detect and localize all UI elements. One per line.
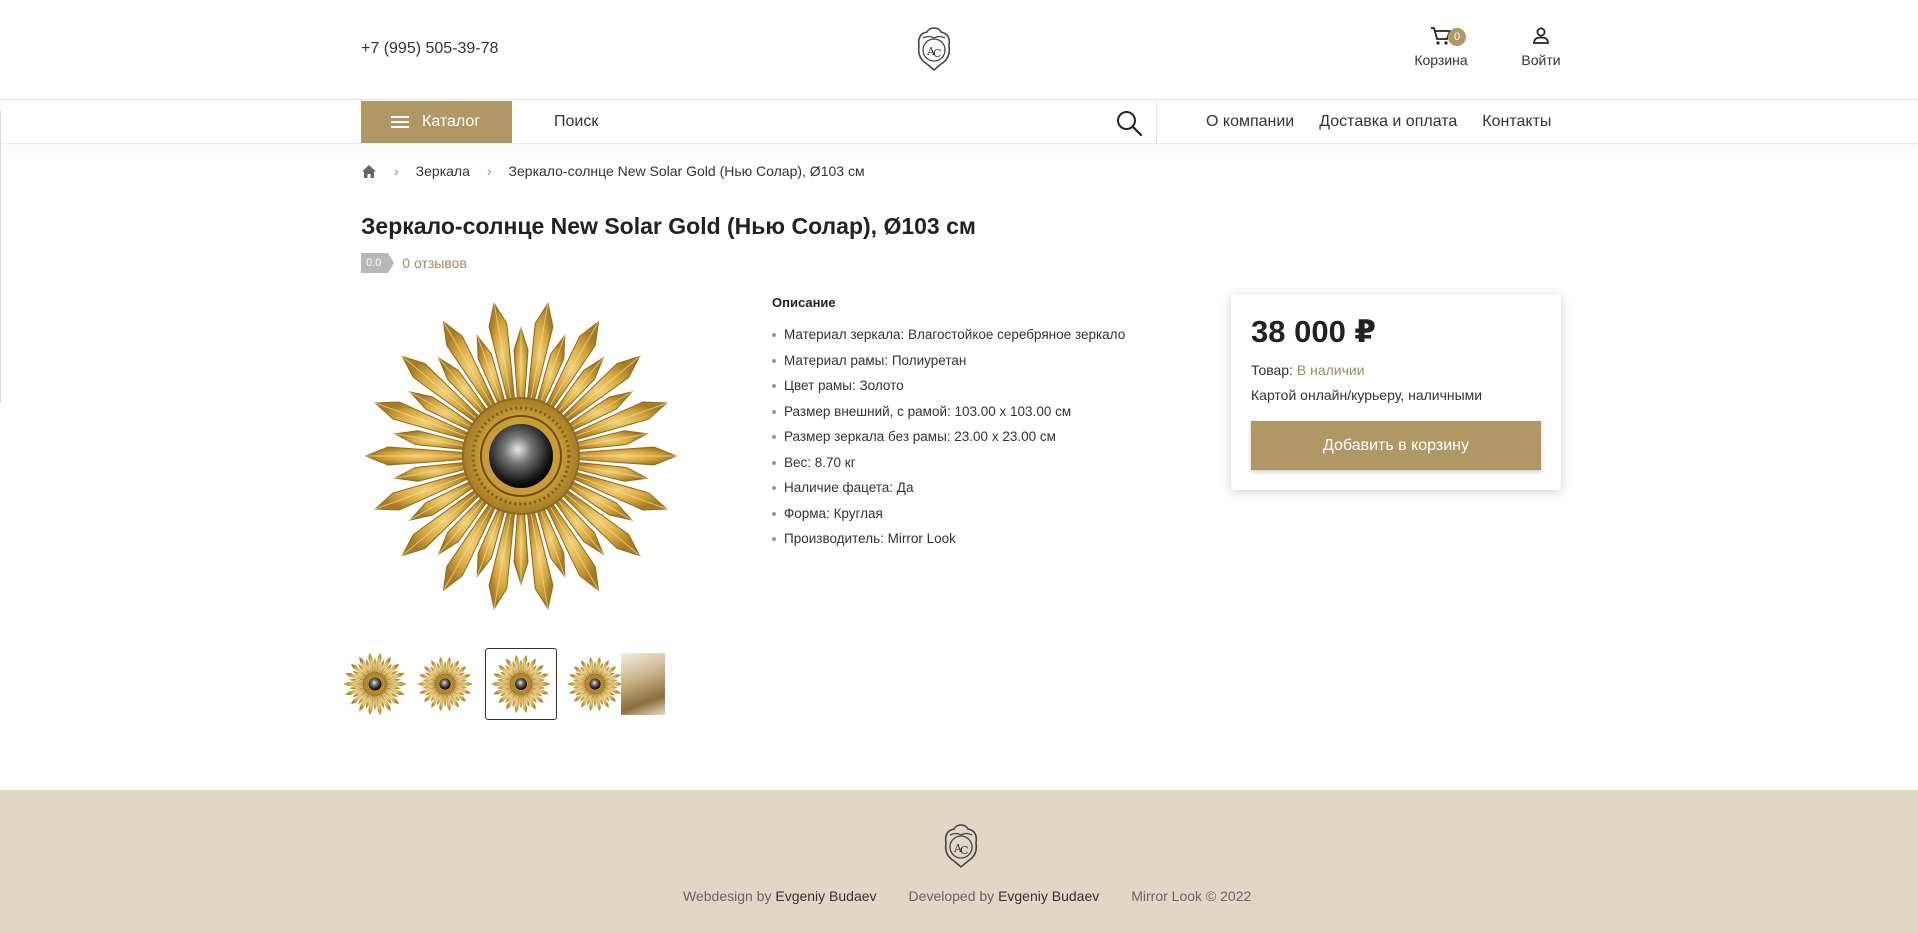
add-to-cart-button[interactable]: Добавить в корзину — [1251, 421, 1541, 470]
thumbnail-image — [343, 652, 407, 716]
spec-item: Размер внешний, с рамой: 103.00 x 103.00… — [772, 402, 1125, 428]
nav-link-about[interactable]: О компании — [1206, 113, 1294, 131]
copyright: Mirror Look © 2022 — [1131, 888, 1252, 904]
chevron-right-icon: › — [486, 163, 492, 179]
footer-logo[interactable]: A C — [938, 823, 984, 869]
thumbnail-interior[interactable] — [621, 653, 665, 715]
stock-status: Товар: В наличии — [1251, 362, 1365, 378]
catalog-button[interactable]: Каталог — [361, 101, 512, 143]
product-price: 38 000 ₽ — [1251, 314, 1376, 349]
spec-item: Вес: 8.70 кг — [772, 453, 1125, 479]
thumbnail[interactable] — [339, 648, 411, 720]
spec-item: Наличие фацета: Да — [772, 478, 1125, 504]
thumbnail-image — [567, 656, 623, 712]
home-icon[interactable] — [361, 164, 377, 179]
developed-label: Developed by — [908, 888, 995, 904]
search-icon[interactable] — [1115, 109, 1143, 137]
phone-number[interactable]: +7 (995) 505-39-78 — [361, 40, 498, 58]
reviews-link[interactable]: 0 отзывов — [402, 255, 467, 271]
nav-bar: Каталог — [0, 100, 1918, 144]
menu-icon — [391, 113, 409, 131]
price-card: 38 000 ₽ Товар: В наличии Картой онлайн/… — [1231, 294, 1561, 490]
rating-row: 0.0 0 отзывов — [361, 253, 467, 273]
thumbnail-image — [491, 654, 551, 714]
payment-methods: Картой онлайн/курьеру, наличными — [1251, 387, 1483, 403]
spec-item: Материал рамы: Полиуретан — [772, 351, 1125, 377]
thumbnail-image — [417, 656, 473, 712]
chevron-right-icon: › — [394, 163, 399, 179]
product-image[interactable] — [363, 298, 679, 614]
developer-credit: Developed by Evgeniy Budaev — [909, 888, 1100, 904]
login-label: Войти — [1521, 52, 1561, 68]
svg-text:C: C — [933, 47, 941, 60]
nav-links: О компании Доставка и оплата Контакты — [1206, 113, 1551, 131]
rating-badge: 0.0 — [361, 253, 395, 273]
page-title: Зеркало-солнце New Solar Gold (Нью Солар… — [361, 213, 976, 239]
login-button[interactable]: Войти — [1516, 26, 1566, 68]
footer-credits: Webdesign by Evgeniy Budaev Developed by… — [683, 888, 1251, 904]
spec-item: Форма: Круглая — [772, 504, 1125, 530]
stock-value: В наличии — [1296, 362, 1365, 378]
breadcrumb: › Зеркала › Зеркало-солнце New Solar Gol… — [361, 163, 865, 179]
spec-item: Материал зеркала: Влагостойкое серебряно… — [772, 325, 1125, 351]
cart-button[interactable]: 0 Корзина — [1411, 26, 1471, 68]
svg-text:C: C — [960, 844, 968, 857]
site-header: +7 (995) 505-39-78 A C 0 Корзина Войти — [0, 0, 1918, 100]
brand-logo[interactable]: A C — [911, 26, 957, 72]
cart-count-badge: 0 — [1448, 28, 1466, 46]
breadcrumb-item-current: Зеркало-солнце New Solar Gold (Нью Солар… — [508, 163, 865, 179]
developer-author-link[interactable]: Evgeniy Budaev — [998, 888, 1099, 904]
description-title: Описание — [772, 295, 836, 310]
breadcrumb-item-mirrors[interactable]: Зеркала — [416, 163, 470, 179]
catalog-label: Каталог — [422, 113, 481, 130]
description-list: Материал зеркала: Влагостойкое серебряно… — [772, 325, 1125, 555]
spec-item: Производитель: Mirror Look — [772, 529, 1125, 555]
user-icon — [1533, 27, 1549, 44]
cart-label: Корзина — [1414, 52, 1468, 68]
stock-label: Товар: — [1251, 362, 1293, 378]
nav-link-contacts[interactable]: Контакты — [1482, 113, 1551, 131]
thumbnail-active[interactable] — [485, 648, 557, 720]
webdesign-label: Webdesign by — [683, 888, 772, 904]
thumbnail[interactable] — [409, 648, 481, 720]
nav-link-delivery[interactable]: Доставка и оплата — [1319, 113, 1457, 131]
spec-item: Размер зеркала без рамы: 23.00 x 23.00 с… — [772, 427, 1125, 453]
nav-divider — [1156, 100, 1157, 144]
search-input[interactable] — [540, 106, 1100, 138]
webdesign-author-link[interactable]: Evgeniy Budaev — [775, 888, 876, 904]
spec-item: Цвет рамы: Золото — [772, 376, 1125, 402]
webdesign-credit: Webdesign by Evgeniy Budaev — [683, 888, 877, 904]
left-edge-line — [0, 110, 1, 403]
